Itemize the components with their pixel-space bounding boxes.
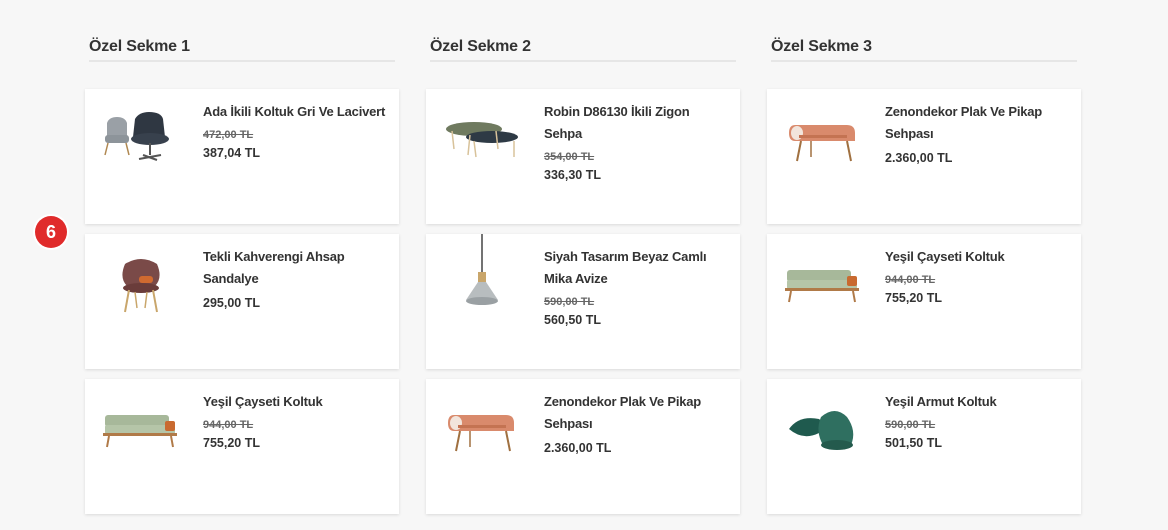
record-table-icon[interactable]: [781, 105, 865, 175]
product-name[interactable]: Zenondekor Plak Ve Pikap Sehpası: [885, 101, 1071, 145]
price: 2.360,00 TL: [544, 441, 612, 455]
green-pouf-icon[interactable]: [781, 395, 865, 465]
nesting-tables-icon[interactable]: [440, 105, 524, 175]
product-card[interactable]: Zenondekor Plak Ve Pikap Sehpası 2.360,0…: [426, 379, 740, 514]
product-name[interactable]: Robin D86130 İkili Zigon Sehpa: [544, 101, 730, 145]
product-name[interactable]: Yeşil Armut Koltuk: [885, 391, 1071, 413]
product-name[interactable]: Yeşil Çayseti Koltuk: [203, 391, 389, 413]
product-card[interactable]: Yeşil Çayseti Koltuk 944,00 TL 755,20 TL: [767, 234, 1081, 369]
product-card[interactable]: Yeşil Armut Koltuk 590,00 TL 501,50 TL: [767, 379, 1081, 514]
product-name[interactable]: Yeşil Çayseti Koltuk: [885, 246, 1071, 268]
pendant-lamp-icon[interactable]: [440, 234, 524, 320]
two-armchairs-icon[interactable]: [99, 105, 183, 175]
product-name[interactable]: Zenondekor Plak Ve Pikap Sehpası: [544, 391, 730, 435]
price: 755,20 TL: [203, 436, 260, 450]
old-price: 354,00 TL: [544, 151, 595, 163]
product-name[interactable]: Tekli Kahverengi Ahsap Sandalye: [203, 246, 389, 290]
price: 501,50 TL: [885, 436, 942, 450]
price: 336,30 TL: [544, 168, 601, 182]
old-price: 472,00 TL: [203, 129, 254, 141]
price: 560,50 TL: [544, 313, 601, 327]
step-number-badge: 6: [35, 216, 67, 248]
green-sofa-icon[interactable]: [781, 250, 865, 320]
product-card[interactable]: Yeşil Çayseti Koltuk 944,00 TL 755,20 TL: [85, 379, 399, 514]
product-card[interactable]: Siyah Tasarım Beyaz Camlı Mika Avize 590…: [426, 234, 740, 369]
price: 387,04 TL: [203, 146, 260, 160]
product-name[interactable]: Ada İkili Koltuk Gri Ve Lacivert: [203, 101, 389, 123]
price: 755,20 TL: [885, 291, 942, 305]
old-price: 944,00 TL: [203, 419, 254, 431]
product-card[interactable]: Ada İkili Koltuk Gri Ve Lacivert 472,00 …: [85, 89, 399, 224]
green-sofa-icon[interactable]: [99, 395, 183, 465]
column-title: Özel Sekme 3: [771, 36, 1077, 62]
brown-chair-icon[interactable]: [99, 250, 183, 320]
column-title: Özel Sekme 1: [89, 36, 395, 62]
old-price: 590,00 TL: [885, 419, 936, 431]
record-table-icon[interactable]: [440, 395, 524, 465]
column-title: Özel Sekme 2: [430, 36, 736, 62]
price: 295,00 TL: [203, 296, 260, 310]
product-name[interactable]: Siyah Tasarım Beyaz Camlı Mika Avize: [544, 246, 730, 290]
old-price: 944,00 TL: [885, 274, 936, 286]
old-price: 590,00 TL: [544, 296, 595, 308]
product-card[interactable]: Robin D86130 İkili Zigon Sehpa 354,00 TL…: [426, 89, 740, 224]
product-card[interactable]: Tekli Kahverengi Ahsap Sandalye 295,00 T…: [85, 234, 399, 369]
price: 2.360,00 TL: [885, 151, 953, 165]
product-card[interactable]: Zenondekor Plak Ve Pikap Sehpası 2.360,0…: [767, 89, 1081, 224]
